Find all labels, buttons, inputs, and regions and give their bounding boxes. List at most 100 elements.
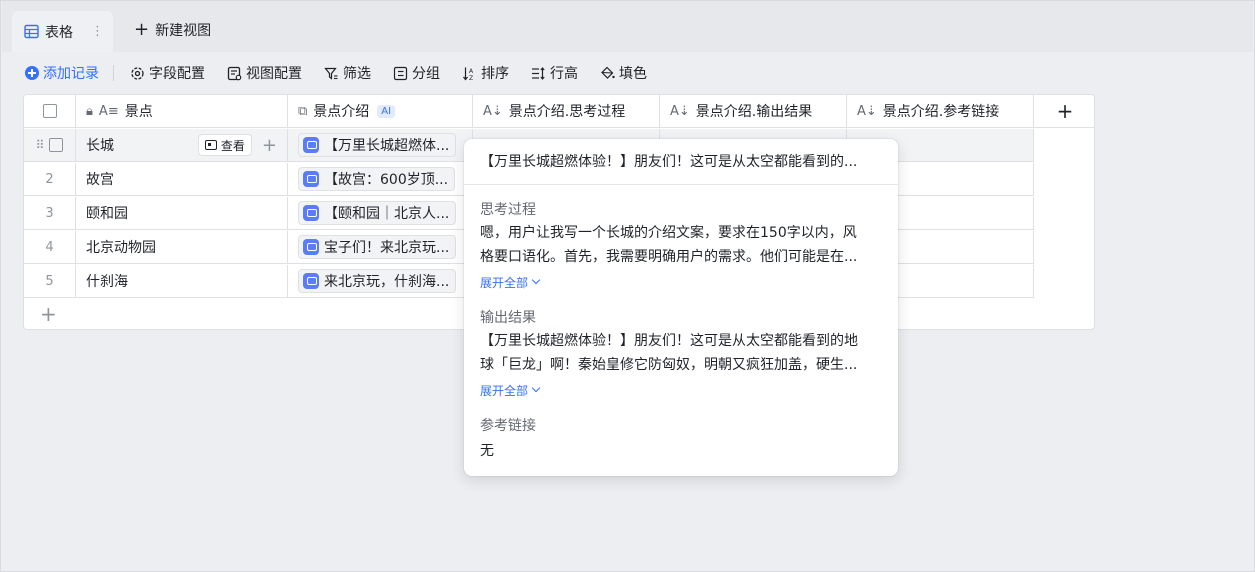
filter-icon [324, 67, 338, 80]
reference-section: 参考链接 无 [464, 415, 898, 463]
intro-cell[interactable]: 【颐和园｜北京人... [288, 197, 473, 229]
name-cell[interactable]: 什刹海 [76, 265, 288, 297]
group-label: 分组 [412, 66, 440, 82]
row-index-cell[interactable]: 5 [24, 265, 76, 297]
ai-content-popover: 【万里长城超燃体验！】朋友们！这可是从太空都能看到的... 思考过程 嗯，用户让… [464, 139, 898, 476]
text-ai-icon: A⇣ [483, 103, 503, 119]
column-header-reference[interactable]: A⇣ 景点介绍.参考链接 [847, 95, 1034, 127]
pill-text: 【故宫：600岁顶... [324, 172, 449, 188]
ai-content-pill[interactable]: 【颐和园｜北京人... [298, 201, 457, 225]
filter-label: 筛选 [343, 66, 371, 82]
pill-text: 【颐和园｜北京人... [324, 206, 450, 222]
column-header-intro[interactable]: ⧉ 景点介绍 AI [288, 95, 473, 127]
field-config-button[interactable]: 字段配置 [130, 63, 205, 83]
cell-text: 颐和园 [86, 206, 128, 222]
table-icon [24, 24, 39, 39]
field-config-label: 字段配置 [149, 66, 205, 82]
expand-all-link[interactable]: 展开全部 [480, 273, 882, 291]
intro-cell[interactable]: 【万里长城超燃体... [288, 129, 473, 161]
row-height-label: 行高 [550, 66, 578, 82]
row-height-icon [532, 66, 545, 80]
ai-badge: AI [377, 104, 396, 118]
output-body: 【万里长城超燃体验！】朋友们！这可是从太空都能看到的地 球「巨龙」啊！秦始皇修它… [480, 329, 882, 377]
ai-content-pill[interactable]: 【故宫：600岁顶... [298, 167, 456, 191]
name-cell[interactable]: 颐和园 [76, 197, 288, 229]
view-config-label: 视图配置 [246, 66, 302, 82]
toolbar-divider [113, 65, 114, 81]
pill-text: 来北京玩，什刹海... [324, 274, 450, 290]
new-view-button[interactable]: + 新建视图 [134, 20, 211, 40]
group-icon [393, 66, 408, 80]
output-title: 输出结果 [480, 310, 536, 326]
ai-content-icon [303, 239, 319, 255]
group-button[interactable]: 分组 [393, 63, 440, 83]
expand-icon [204, 140, 217, 150]
row-height-button[interactable]: 行高 [531, 63, 578, 83]
new-view-label: 新建视图 [155, 23, 212, 39]
svg-text:A: A [469, 68, 474, 75]
lock-icon: 🔒︎ [86, 103, 93, 119]
thinking-line: 嗯，用户让我写一个长城的介绍文案，要求在150字以内，风 [480, 225, 857, 241]
thinking-section: 思考过程 嗯，用户让我写一个长城的介绍文案，要求在150字以内，风 格要口语化。… [464, 199, 898, 291]
column-header-label: 景点介绍 [313, 104, 370, 120]
checkbox-icon[interactable] [42, 104, 57, 118]
view-config-icon [227, 66, 242, 80]
add-row-button[interactable]: + [40, 302, 57, 326]
ai-content-pill[interactable]: 来北京玩，什刹海... [298, 269, 457, 293]
expand-all-link[interactable]: 展开全部 [480, 381, 882, 399]
text-ai-icon: A⇣ [857, 103, 877, 119]
fill-color-label: 填色 [619, 66, 647, 82]
ai-content-icon [303, 137, 319, 153]
row-index: 5 [45, 273, 54, 289]
row-index: 3 [45, 205, 54, 221]
row-index-cell[interactable]: 4 [24, 231, 76, 263]
output-section: 输出结果 【万里长城超燃体验！】朋友们！这可是从太空都能看到的地 球「巨龙」啊！… [464, 307, 898, 399]
sort-label: 排序 [481, 66, 509, 82]
cell-text: 故宫 [86, 172, 114, 188]
pill-text: 宝子们！来北京玩... [324, 240, 450, 256]
row-index: 2 [45, 171, 54, 187]
ai-content-icon [303, 171, 319, 187]
text-field-icon: A≡ [98, 103, 119, 119]
intro-cell[interactable]: 宝子们！来北京玩... [288, 231, 473, 263]
row-select-cell[interactable]: ⠿ [24, 129, 76, 161]
plus-icon: + [134, 19, 150, 40]
add-icon[interactable]: + [262, 135, 277, 156]
expand-label: 展开全部 [480, 275, 529, 290]
row-index-cell[interactable]: 2 [24, 163, 76, 195]
name-cell[interactable]: 故宫 [76, 163, 288, 195]
output-line: 球「巨龙」啊！秦始皇修它防匈奴，明朝又疯狂加盖，硬生... [480, 357, 858, 373]
intro-cell[interactable]: 【故宫：600岁顶... [288, 163, 473, 195]
column-header-name[interactable]: 🔒︎ A≡ 景点 [76, 95, 288, 127]
name-cell[interactable]: 北京动物园 [76, 231, 288, 263]
cell-text: 什刹海 [86, 274, 128, 290]
table-header-row: 🔒︎ A≡ 景点 ⧉ 景点介绍 AI A⇣ 景点介绍.思考过程 A⇣ 景点介绍.… [24, 95, 1094, 128]
add-circle-icon [25, 66, 39, 80]
add-column-button[interactable]: + [1034, 95, 1094, 127]
tab-table-view[interactable]: 表格 ⋮ [12, 11, 113, 52]
name-cell[interactable]: 长城 查看 + [76, 129, 288, 161]
ai-content-pill[interactable]: 宝子们！来北京玩... [298, 235, 457, 259]
view-button-label: 查看 [220, 138, 245, 153]
filter-button[interactable]: 筛选 [324, 63, 371, 83]
checkbox-icon[interactable] [49, 138, 64, 152]
intro-cell[interactable]: 来北京玩，什刹海... [288, 265, 473, 297]
column-header-label: 景点介绍.参考链接 [882, 104, 1000, 120]
expand-record-button[interactable]: 查看 [197, 134, 252, 156]
view-tabs-bar: 表格 ⋮ + 新建视图 [2, 1, 1253, 52]
ai-content-pill[interactable]: 【万里长城超燃体... [298, 133, 457, 157]
output-line: 【万里长城超燃体验！】朋友们！这可是从太空都能看到的地 [480, 333, 858, 349]
add-record-button[interactable]: 添加记录 [25, 63, 99, 83]
row-index-cell[interactable]: 3 [24, 197, 76, 229]
view-config-button[interactable]: 视图配置 [227, 63, 302, 83]
cell-text: 北京动物园 [86, 240, 156, 256]
reference-title: 参考链接 [480, 418, 536, 434]
column-header-output[interactable]: A⇣ 景点介绍.输出结果 [660, 95, 847, 127]
drag-handle-icon[interactable]: ⠿ [36, 138, 45, 152]
cell-text: 长城 [86, 138, 114, 154]
sort-button[interactable]: AZ 排序 [462, 63, 509, 83]
fill-color-button[interactable]: 填色 [600, 63, 647, 83]
tab-more-icon[interactable]: ⋮ [91, 24, 104, 39]
column-header-thinking[interactable]: A⇣ 景点介绍.思考过程 [473, 95, 660, 127]
header-select-all[interactable] [24, 95, 76, 127]
